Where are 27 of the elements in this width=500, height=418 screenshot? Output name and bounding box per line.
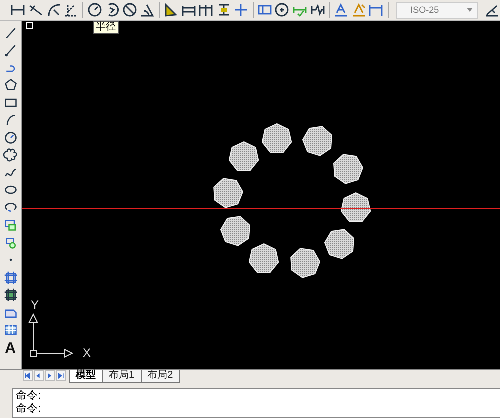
- hatched-heptagon: [248, 243, 280, 273]
- layout-tab[interactable]: 模型: [69, 370, 103, 383]
- hatched-heptagon: [262, 123, 292, 153]
- next-tab-icon[interactable]: [45, 370, 55, 381]
- tooltip: 半径: [93, 21, 119, 34]
- hatched-heptagon: [324, 229, 355, 260]
- ucs-axis-icon: [29, 313, 74, 358]
- hatched-heptagon: [290, 248, 321, 278]
- last-tab-icon[interactable]: [56, 370, 66, 381]
- hatched-heptagon: [333, 154, 364, 184]
- first-tab-icon[interactable]: [23, 370, 33, 381]
- hatched-heptagon: [214, 178, 244, 208]
- text-tool-button[interactable]: A: [2, 339, 20, 357]
- layout-tab[interactable]: 布局1: [102, 370, 142, 383]
- hatched-heptagon: [340, 192, 372, 222]
- previous-tab-icon[interactable]: [34, 370, 44, 381]
- hatched-heptagon: [220, 216, 251, 246]
- hatched-heptagon: [228, 141, 260, 172]
- x-axis-label: X: [83, 347, 92, 359]
- y-axis-label: Y: [31, 299, 40, 311]
- command-line: 命令:: [16, 403, 42, 416]
- dimension-style-value: ISO-25: [410, 5, 440, 15]
- hatched-heptagon: [302, 126, 333, 156]
- revision-cloud-icon[interactable]: [2, 146, 20, 164]
- layout-tab[interactable]: 布局2: [140, 370, 180, 383]
- dimension-style-dropdown[interactable]: ISO-25: [396, 2, 478, 18]
- command-line: 命令:: [16, 390, 42, 403]
